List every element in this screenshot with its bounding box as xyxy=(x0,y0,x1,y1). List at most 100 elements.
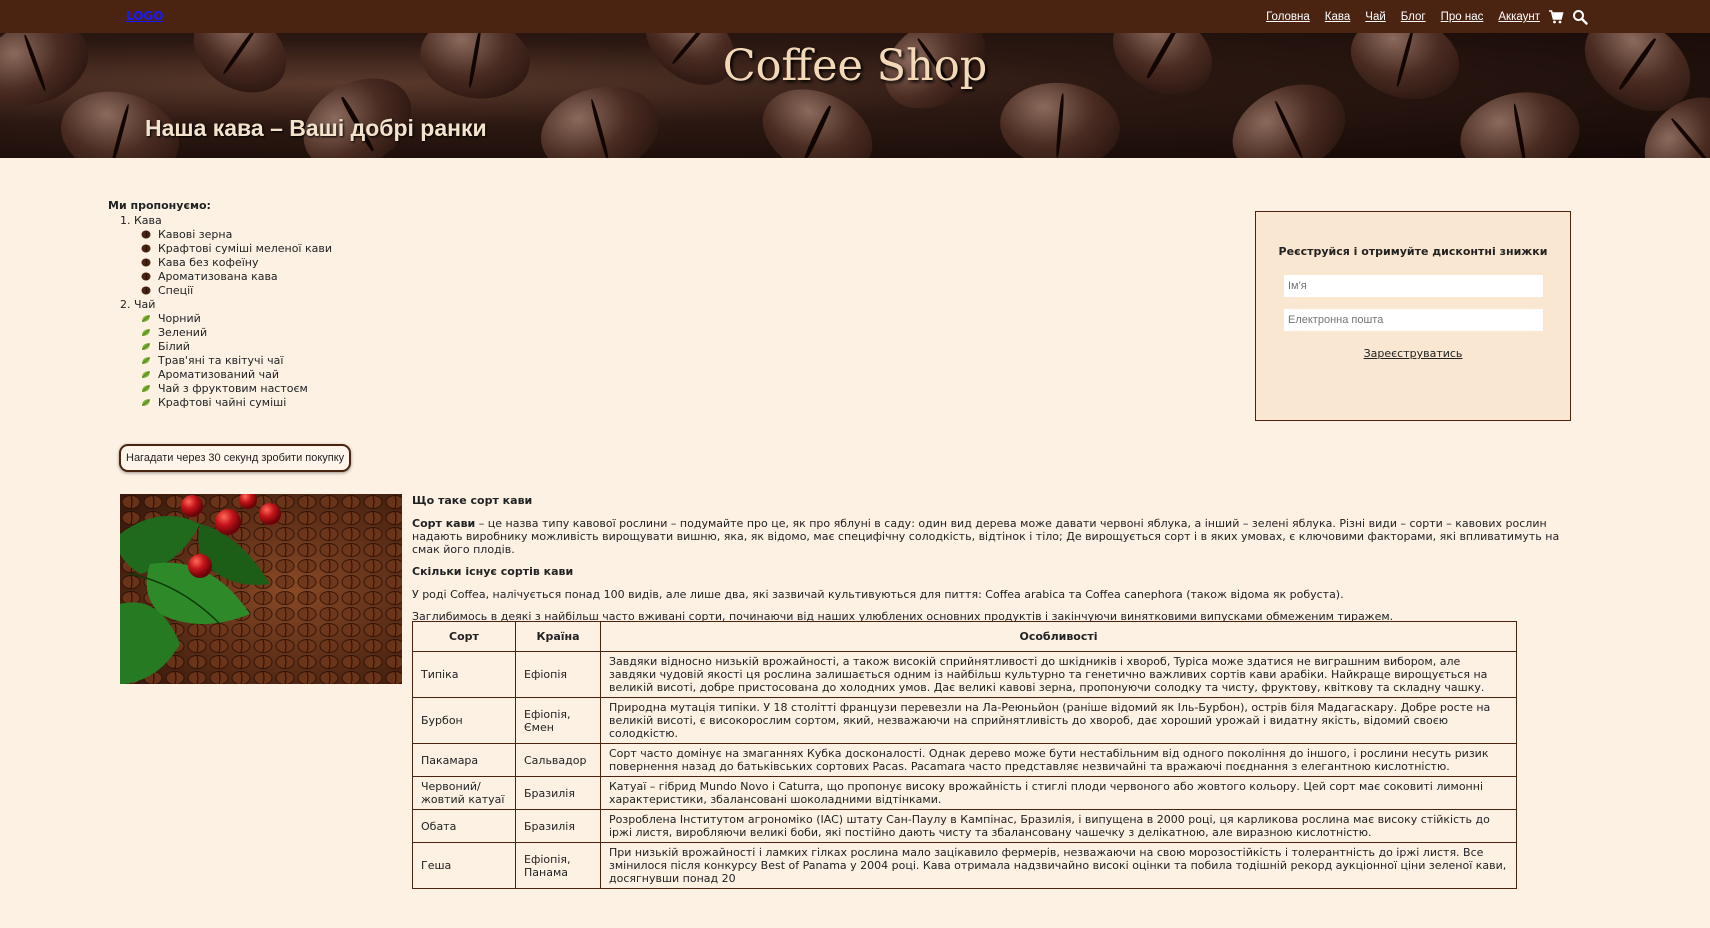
top-nav: LOGO Головна Кава Чай Блог Про нас Аккау… xyxy=(0,0,1710,33)
coffee-varieties-table: Сорт Країна Особливості Типіка Ефіопія Зав… xyxy=(412,621,1517,889)
registration-title: Реєструйся і отримуйте дисконтні знижки xyxy=(1278,245,1548,258)
variety-cell: Типіка xyxy=(412,651,516,698)
offer-list: Ми пропонуємо: 1. Кава Кавові зерна Крафто… xyxy=(108,199,332,410)
list-item: Чай з фруктовим настоєм xyxy=(142,382,332,396)
country-cell: Ефіопія, Панама xyxy=(515,842,601,889)
list-item-label: Ароматизована кава xyxy=(158,270,278,283)
features-cell: Сорт часто домінує на змаганнях Кубка до… xyxy=(600,743,1517,777)
tea-leaf-icon xyxy=(142,315,150,322)
list-item: Кавові зерна xyxy=(141,228,332,242)
offer-sublist: Кавові зерна Крафтові суміші меленої кави… xyxy=(120,228,332,298)
name-field[interactable] xyxy=(1284,275,1543,297)
coffee-bean-image xyxy=(1453,83,1587,158)
list-item: Трав'яні та квітучі чаї xyxy=(142,354,332,368)
list-item-label: Ароматизований чай xyxy=(158,368,280,381)
tea-leaf-icon xyxy=(142,385,150,392)
offer-group-label: 2. Чай xyxy=(120,298,156,311)
coffee-bean-icon xyxy=(141,286,151,295)
hero-subtitle: Наша кава – Ваші добрі ранки xyxy=(145,115,487,141)
list-item-label: Зелений xyxy=(158,326,208,339)
column-header-features: Особливості xyxy=(600,621,1517,652)
country-cell: Бразилія xyxy=(515,809,601,843)
reminder-button[interactable]: Нагадати через 30 секунд зробити покупку xyxy=(119,444,352,472)
list-item: Чорний xyxy=(142,312,332,326)
article-paragraph-text: – це назва типу кавової рослини – подума… xyxy=(412,517,1560,556)
variety-cell: Червоний/ жовтий катуаї xyxy=(412,776,516,810)
hero-title: Coffee Shop xyxy=(722,41,988,91)
hero-banner: Coffee Shop Наша кава – Ваші добрі ранки xyxy=(0,33,1710,158)
table-body: Типіка Ефіопія Завдяки відносно низькій вр… xyxy=(412,651,1517,889)
list-item: Ароматизований чай xyxy=(142,368,332,382)
list-item-label: Крафтові суміші меленої кави xyxy=(158,242,332,255)
offer-group-label: 1. Кава xyxy=(120,214,162,227)
nav-link-about[interactable]: Про нас xyxy=(1441,11,1484,23)
search-icon[interactable] xyxy=(1572,9,1588,25)
list-item-label: Кава без кофеїну xyxy=(158,256,259,269)
table-row: Пакамара Сальвадор Сорт часто домінує на з… xyxy=(412,743,1517,777)
nav-link-account[interactable]: Аккаунт xyxy=(1498,11,1540,23)
variety-cell: Геша xyxy=(412,842,516,889)
table-row: Червоний/ жовтий катуаї Бразилія Катуаї – … xyxy=(412,776,1517,810)
list-item: Спеції xyxy=(141,284,332,298)
country-cell: Сальвадор xyxy=(515,743,601,777)
logo-link[interactable]: LOGO xyxy=(126,9,163,23)
tea-leaf-icon xyxy=(142,371,150,378)
table-header-row: Сорт Країна Особливості xyxy=(412,621,1517,652)
list-item-label: Кавові зерна xyxy=(158,228,233,241)
table-row: Геша Ефіопія, Панама При низькій врожайнос… xyxy=(412,842,1517,889)
nav-link-blog[interactable]: Блог xyxy=(1401,11,1426,23)
variety-cell: Бурбон xyxy=(412,697,516,744)
country-cell: Ефіопія, Ємен xyxy=(515,697,601,744)
list-item: Крафтові чайні суміші xyxy=(142,396,332,410)
nav-link-coffee[interactable]: Кава xyxy=(1325,11,1350,23)
tea-leaf-icon xyxy=(142,357,150,364)
nav-links: Головна Кава Чай Блог Про нас Аккаунт xyxy=(1251,9,1588,25)
offer-group: 2. Чай Чорний Зелений Білий Трав'яні та квіт… xyxy=(120,298,332,410)
coffee-bean-icon xyxy=(141,244,151,253)
column-header-country: Країна xyxy=(515,621,601,652)
features-cell: Завдяки відносно низькій врожайності, а … xyxy=(600,651,1517,698)
list-item: Ароматизована кава xyxy=(141,270,332,284)
article-paragraph: У роді Coffea, налічується понад 100 вид… xyxy=(412,588,1344,601)
list-item-label: Крафтові чайні суміші xyxy=(158,396,287,409)
tea-leaf-icon xyxy=(142,329,150,336)
list-item-label: Спеції xyxy=(158,284,194,297)
list-item: Кава без кофеїну xyxy=(141,256,332,270)
tea-leaf-icon xyxy=(142,399,150,406)
features-cell: При низькій врожайності і ламких гілках … xyxy=(600,842,1517,889)
tea-leaf-icon xyxy=(142,343,150,350)
registration-form: Реєструйся і отримуйте дисконтні знижки … xyxy=(1255,211,1571,421)
coffee-bean-icon xyxy=(141,272,151,281)
nav-link-tea[interactable]: Чай xyxy=(1365,11,1385,23)
coffee-cherries-picture xyxy=(120,494,402,684)
article-heading-how-many: Скільки існує сортів кави xyxy=(412,565,574,578)
variety-cell: Обата xyxy=(412,809,516,843)
table-row: Типіка Ефіопія Завдяки відносно низькій вр… xyxy=(412,651,1517,698)
column-header-variety: Сорт xyxy=(412,621,516,652)
list-item: Білий xyxy=(142,340,332,354)
list-item-label: Чай з фруктовим настоєм xyxy=(158,382,308,395)
email-field[interactable] xyxy=(1284,309,1543,331)
list-item: Зелений xyxy=(142,326,332,340)
offer-group: 1. Кава Кавові зерна Крафтові суміші мелен… xyxy=(120,214,332,298)
list-item: Крафтові суміші меленої кави xyxy=(141,242,332,256)
features-cell: Катуаї – гібрид Mundo Novo і Caturra, що… xyxy=(600,776,1517,810)
table-row: Бурбон Ефіопія, Ємен Природна мутація типі… xyxy=(412,697,1517,744)
list-item-label: Білий xyxy=(158,340,190,353)
register-button[interactable]: Зареєструватись xyxy=(1256,347,1570,360)
nav-link-home[interactable]: Головна xyxy=(1266,11,1310,23)
table-row: Обата Бразилія Розроблена Інститутом агрон… xyxy=(412,809,1517,843)
article-heading-what-is: Що таке сорт кави xyxy=(412,494,533,507)
coffee-bean-icon xyxy=(141,230,151,239)
offer-sublist: Чорний Зелений Білий Трав'яні та квітучі ча… xyxy=(120,312,332,410)
list-item-label: Чорний xyxy=(158,312,201,325)
coffee-cherries-image xyxy=(120,494,402,684)
features-cell: Розроблена Інститутом агрономіко (IAC) ш… xyxy=(600,809,1517,843)
article: Що таке сорт кави Сорт кави – це назва т… xyxy=(412,494,1572,632)
article-term: Сорт кави xyxy=(412,517,476,530)
variety-cell: Пакамара xyxy=(412,743,516,777)
cart-icon[interactable] xyxy=(1548,9,1564,25)
offer-title: Ми пропонуємо: xyxy=(108,199,211,212)
list-item-label: Трав'яні та квітучі чаї xyxy=(158,354,284,367)
coffee-bean-icon xyxy=(141,258,151,267)
